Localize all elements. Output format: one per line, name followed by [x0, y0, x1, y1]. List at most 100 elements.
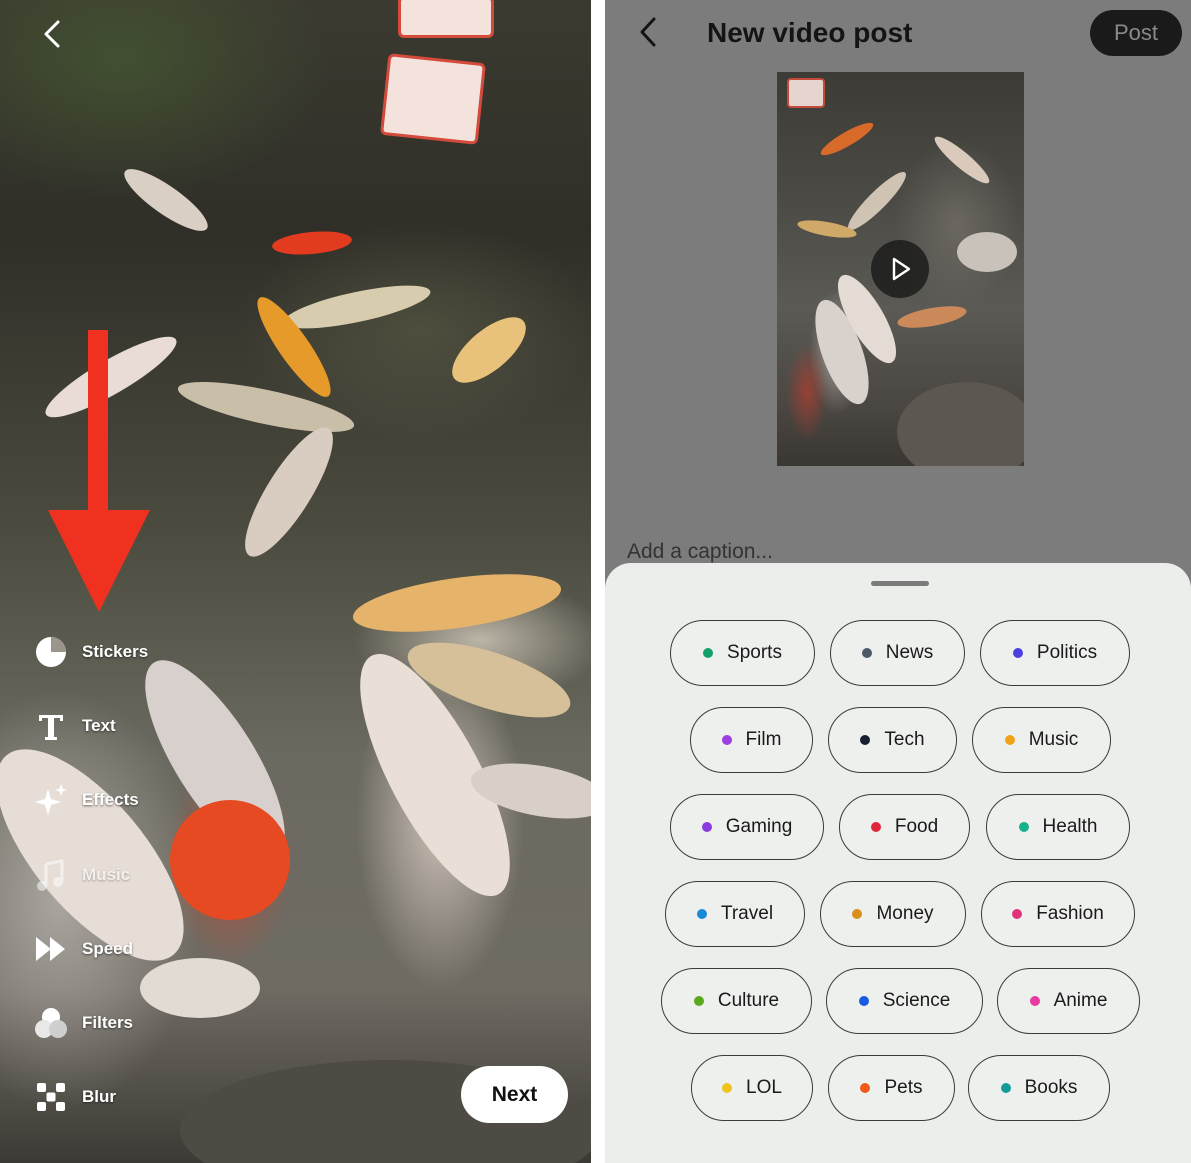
topic-chip-health[interactable]: Health [986, 794, 1130, 860]
topic-label: Anime [1053, 990, 1108, 1011]
page-title: New video post [707, 17, 913, 48]
back-arrow-icon[interactable] [36, 16, 72, 52]
topic-color-dot [722, 1083, 733, 1093]
topic-chip-travel[interactable]: Travel [665, 881, 805, 947]
new-post-panel: New video post Post Add a caption... Spo… [605, 0, 1191, 1163]
topic-color-dot [1018, 822, 1029, 832]
speed-tool[interactable]: Speed [34, 929, 133, 969]
blur-icon [34, 1080, 68, 1114]
koi-fish [271, 228, 353, 258]
koi-fish [140, 958, 260, 1018]
topic-chip-news[interactable]: News [830, 620, 965, 686]
topic-color-dot [1004, 735, 1015, 745]
topic-label: Sports [727, 642, 782, 663]
topic-chip-gaming[interactable]: Gaming [670, 794, 824, 860]
topic-chip-anime[interactable]: Anime [997, 968, 1140, 1034]
music-icon [34, 858, 68, 892]
koi-fish [117, 159, 215, 241]
topic-chip-film[interactable]: Film [690, 707, 813, 773]
topic-label: Tech [884, 729, 925, 750]
topic-chip-music[interactable]: Music [972, 707, 1111, 773]
topic-label: LOL [746, 1077, 782, 1098]
topic-chip-pets[interactable]: Pets [828, 1055, 955, 1121]
topic-color-dot [1012, 909, 1023, 919]
sparkle-icon [34, 783, 68, 817]
thumb-fish [930, 131, 994, 189]
topic-label: Music [1028, 729, 1079, 750]
topic-color-dot [703, 648, 714, 658]
video-thumbnail[interactable] [777, 72, 1024, 466]
topic-color-dot [696, 909, 707, 919]
text-icon [34, 709, 68, 743]
effects-label: Effects [82, 790, 139, 809]
koi-fish [280, 276, 434, 338]
topic-color-dot [721, 735, 732, 745]
thumb-fish [957, 232, 1017, 272]
topic-label: Travel [720, 903, 774, 924]
koi-fish [349, 563, 565, 643]
sheet-drag-handle[interactable] [871, 581, 929, 586]
topic-color-dot [701, 822, 712, 832]
topic-color-dot [860, 735, 871, 745]
music-tool[interactable]: Music [34, 855, 130, 895]
topic-chip-lol[interactable]: LOL [691, 1055, 813, 1121]
speed-icon [34, 932, 68, 966]
next-button[interactable]: Next [461, 1066, 568, 1123]
topic-color-dot [860, 1083, 871, 1093]
topic-color-dot [1000, 1083, 1011, 1093]
stickers-icon [34, 635, 68, 669]
effects-tool[interactable]: Effects [34, 780, 139, 820]
blur-label: Blur [82, 1087, 116, 1106]
video-editor-panel: Stickers Text Effects Music Speed Filter… [0, 0, 591, 1163]
topic-color-dot [852, 909, 863, 919]
filters-label: Filters [82, 1013, 134, 1032]
topic-label: Fashion [1036, 903, 1104, 924]
topic-label: Culture [717, 990, 780, 1011]
play-icon [892, 257, 911, 281]
topic-color-dot [870, 822, 881, 832]
filters-tool[interactable]: Filters [34, 1003, 133, 1043]
topic-color-dot [693, 996, 704, 1006]
topic-color-dot [1012, 648, 1023, 658]
koi-fish [441, 305, 537, 395]
thumb-fish [895, 302, 969, 332]
stickers-label: Stickers [82, 642, 149, 661]
caption-input[interactable]: Add a caption... [627, 540, 773, 564]
topic-chip-science[interactable]: Science [826, 968, 983, 1034]
thumb-fish [817, 117, 877, 161]
post-button[interactable]: Post [1090, 10, 1182, 56]
back-arrow-icon[interactable] [631, 14, 667, 50]
topic-color-dot [858, 996, 869, 1006]
play-button[interactable] [871, 240, 929, 298]
text-tool[interactable]: Text [34, 706, 116, 746]
pond-sign-top [398, 0, 494, 38]
topic-label: Film [745, 729, 782, 750]
topic-label: Pets [884, 1077, 923, 1098]
screenshot-stage: Stickers Text Effects Music Speed Filter… [0, 0, 1191, 1163]
koi-fish [230, 416, 348, 568]
topic-label: Health [1042, 816, 1098, 837]
thumb-sign [787, 78, 825, 108]
topic-label: News [885, 642, 934, 663]
topic-label: Money [876, 903, 934, 924]
blur-tool[interactable]: Blur [34, 1077, 116, 1117]
topic-label: Politics [1036, 642, 1098, 663]
stickers-tool[interactable]: Stickers [34, 632, 148, 672]
topic-chip-food[interactable]: Food [839, 794, 970, 860]
topic-chip-books[interactable]: Books [968, 1055, 1110, 1121]
music-label: Music [82, 865, 131, 884]
pond-sign [379, 53, 487, 145]
topic-color-dot [1029, 996, 1040, 1006]
topic-chip-tech[interactable]: Tech [828, 707, 957, 773]
topic-color-dot [861, 648, 872, 658]
topic-chip-money[interactable]: Money [820, 881, 966, 947]
topic-label: Books [1024, 1077, 1078, 1098]
topic-chip-fashion[interactable]: Fashion [981, 881, 1135, 947]
topic-label: Science [882, 990, 951, 1011]
topic-chip-culture[interactable]: Culture [661, 968, 812, 1034]
filters-icon [34, 1006, 68, 1040]
topic-label: Gaming [725, 816, 793, 837]
topic-chip-politics[interactable]: Politics [980, 620, 1130, 686]
topic-chip-sports[interactable]: Sports [670, 620, 815, 686]
panel-divider [591, 0, 605, 1163]
